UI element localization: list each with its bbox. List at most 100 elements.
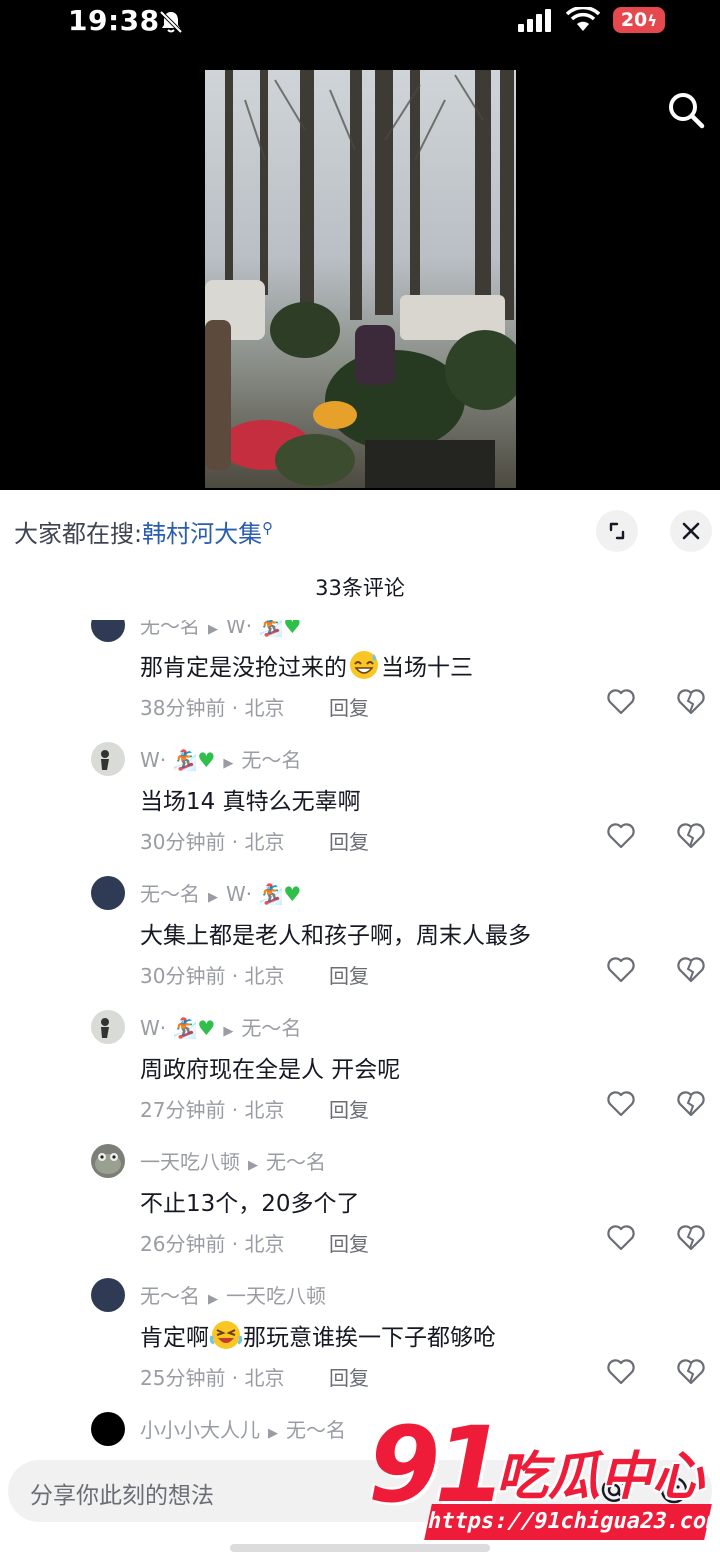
reply-target[interactable]: W· (226, 882, 252, 906)
broken-heart-icon[interactable] (676, 1358, 706, 1386)
comment-time: 30分钟前 · 北京 (140, 964, 285, 988)
avatar[interactable] (91, 1010, 125, 1044)
green-heart-icon: ♥ (283, 882, 302, 906)
author-name[interactable]: 一天吃八顿 (140, 1150, 240, 1174)
broken-heart-icon[interactable] (676, 956, 706, 984)
comment-item: 一天吃八顿 ▶ 无～名 不止13个，20多个了 26分钟前 · 北京 回复 (0, 1144, 720, 1278)
reply-button[interactable]: 回复 (329, 826, 369, 855)
snowboard-emoji-icon: 🏂 (258, 620, 284, 638)
author-name[interactable]: 小小小大人儿 (140, 1418, 260, 1442)
broken-heart-icon[interactable] (676, 1224, 706, 1252)
green-heart-icon: ♥ (197, 748, 216, 772)
battery-level: 20 (620, 9, 648, 31)
comment-list[interactable]: 无～名 ▶ W· 🏂♥ 那肯定是没抢过来的 当场十三 38分钟前 · 北京 回复 W·… (0, 620, 720, 1450)
avatar[interactable] (91, 1412, 125, 1446)
reply-target[interactable]: 无～名 (266, 1150, 326, 1174)
comment-time: 25分钟前 · 北京 (140, 1366, 285, 1390)
reply-target[interactable]: 无～名 (241, 748, 301, 772)
reply-arrow-icon: ▶ (223, 1024, 234, 1039)
small-search-icon: ⚲ (262, 519, 274, 537)
author-name[interactable]: 无～名 (140, 882, 200, 906)
heart-icon[interactable] (606, 1090, 636, 1118)
comment-time: 27分钟前 · 北京 (140, 1098, 285, 1122)
comment-meta: 一天吃八顿 ▶ 无～名 (140, 1146, 326, 1175)
reply-arrow-icon: ▶ (208, 1292, 218, 1307)
grinning-sweat-emoji-icon (350, 651, 378, 679)
comment-item: 无～名 ▶ W· 🏂♥ 那肯定是没抢过来的 当场十三 38分钟前 · 北京 回复 (0, 620, 720, 742)
close-icon (682, 522, 700, 540)
reply-target[interactable]: 一天吃八顿 (226, 1284, 326, 1308)
watermark: 91 吃瓜中心 https://91chigua23.com (368, 1404, 720, 1554)
comment-time: 30分钟前 · 北京 (140, 830, 285, 854)
search-icon[interactable] (664, 88, 708, 132)
reply-button[interactable]: 回复 (329, 960, 369, 989)
market-scene-image (205, 70, 516, 488)
expand-icon (609, 522, 625, 540)
comment-item: 无～名 ▶ 一天吃八顿 肯定啊 那玩意谁挨一下子都够呛 25分钟前 · 北京 回复 (0, 1278, 720, 1412)
heart-icon[interactable] (606, 956, 636, 984)
avatar[interactable] (91, 742, 125, 776)
heart-icon[interactable] (606, 688, 636, 716)
search-suggestion-prefix: 大家都在搜: (14, 520, 143, 548)
reply-arrow-icon: ▶ (208, 622, 218, 637)
comment-text: 当场14 真特么无辜啊 (140, 789, 361, 815)
heart-icon[interactable] (606, 822, 636, 850)
broken-heart-icon[interactable] (676, 688, 706, 716)
comment-time: 38分钟前 · 北京 (140, 696, 285, 720)
watermark-name: 吃瓜中心 (496, 1447, 705, 1507)
reply-target[interactable]: W· (226, 620, 252, 638)
status-bar: 19:38 20ϟ (0, 0, 720, 44)
heart-icon[interactable] (606, 1224, 636, 1252)
wifi-icon (566, 7, 600, 31)
reply-arrow-icon: ▶ (223, 756, 234, 771)
avatar[interactable] (91, 1278, 125, 1312)
snowboard-emoji-icon: 🏂 (172, 1016, 198, 1040)
video-thumbnail[interactable] (205, 70, 516, 488)
reply-arrow-icon: ▶ (208, 890, 218, 905)
search-suggestion[interactable]: 大家都在搜:韩村河大集⚲ (14, 514, 273, 549)
green-heart-icon: ♥ (197, 1016, 216, 1040)
broken-heart-icon[interactable] (676, 822, 706, 850)
comment-text: 大集上都是老人和孩子啊，周末人最多 (140, 923, 531, 949)
comment-text: 周政府现在全是人 开会呢 (140, 1057, 401, 1083)
comment-meta: 无～名 ▶ W· 🏂♥ (140, 620, 301, 639)
reply-target[interactable]: 无～名 (241, 1016, 301, 1040)
comment-item: W· 🏂♥ ▶ 无～名 周政府现在全是人 开会呢 27分钟前 · 北京 回复 (0, 1010, 720, 1144)
author-name[interactable]: 无～名 (140, 1284, 200, 1308)
comment-item: W· 🏂♥ ▶ 无～名 当场14 真特么无辜啊 30分钟前 · 北京 回复 (0, 742, 720, 876)
avatar[interactable] (91, 620, 125, 642)
reply-target[interactable]: 无～名 (286, 1418, 346, 1442)
reply-arrow-icon: ▶ (248, 1158, 258, 1173)
reply-arrow-icon: ▶ (268, 1426, 278, 1441)
reply-button[interactable]: 回复 (329, 1362, 369, 1391)
comment-count: 33条评论 (315, 576, 405, 600)
heart-icon[interactable] (606, 1358, 636, 1386)
bell-muted-icon (159, 10, 183, 34)
reply-button[interactable]: 回复 (329, 1228, 369, 1257)
broken-heart-icon[interactable] (676, 1090, 706, 1118)
comment-panel: 大家都在搜:韩村河大集⚲ 33条评论 无～名 ▶ W· 🏂♥ 那肯定是没抢过来的 当场… (0, 490, 720, 1560)
author-name[interactable]: W· (140, 748, 166, 772)
comment-meta: W· 🏂♥ ▶ 无～名 (140, 744, 301, 773)
avatar[interactable] (91, 1144, 125, 1178)
comment-text: 那肯定是没抢过来的 当场十三 (140, 648, 473, 682)
reply-button[interactable]: 回复 (329, 692, 369, 721)
comment-text-part: 那肯定是没抢过来的 (140, 655, 347, 681)
expand-button[interactable] (596, 510, 638, 552)
comment-text-part: 肯定啊 (140, 1325, 209, 1351)
close-button[interactable] (670, 510, 712, 552)
reply-button[interactable]: 回复 (329, 1094, 369, 1123)
avatar[interactable] (91, 876, 125, 910)
comment-meta: 无～名 ▶ W· 🏂♥ (140, 878, 301, 907)
author-name[interactable]: W· (140, 1016, 166, 1040)
search-suggestion-keyword[interactable]: 韩村河大集 (142, 520, 262, 548)
cellular-signal-icon (518, 9, 551, 32)
comment-text-part: 当场十三 (381, 655, 473, 681)
video-area[interactable]: 19:38 20ϟ (0, 0, 720, 490)
comment-meta: 小小小大人儿 ▶ 无～名 (140, 1414, 346, 1443)
green-heart-icon: ♥ (283, 620, 302, 638)
comment-input-placeholder: 分享你此刻的想法 (30, 1483, 214, 1509)
comment-text: 不止13个，20多个了 (140, 1191, 360, 1217)
comment-meta: 无～名 ▶ 一天吃八顿 (140, 1280, 326, 1309)
author-name[interactable]: 无～名 (140, 620, 200, 638)
